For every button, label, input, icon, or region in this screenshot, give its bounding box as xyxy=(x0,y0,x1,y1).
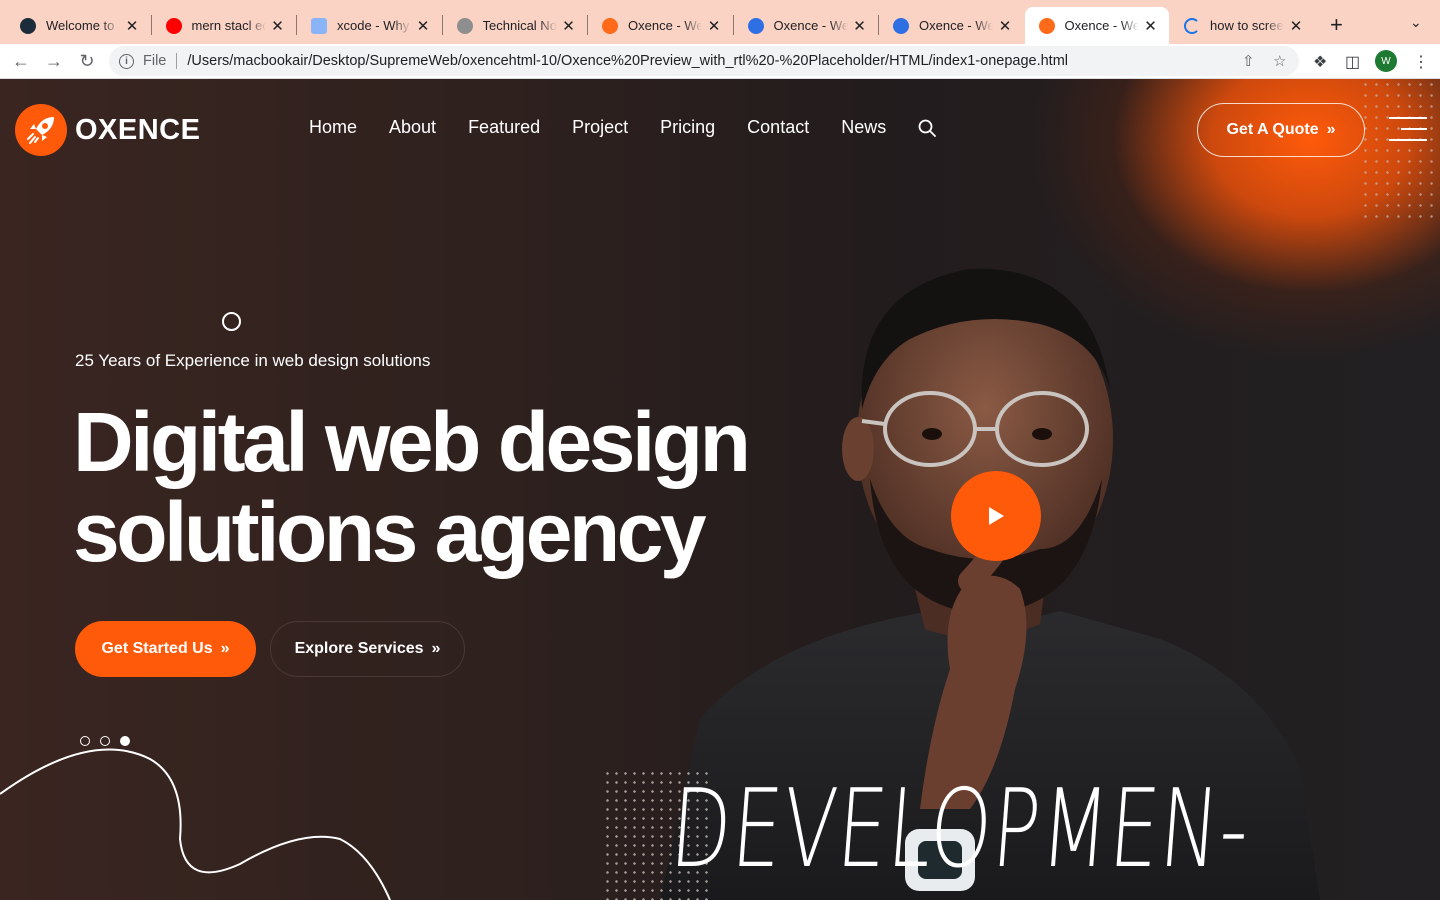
main-nav: Home About Featured Project Pricing Cont… xyxy=(309,117,937,138)
apple-icon xyxy=(456,17,473,34)
logo-text: OXENCE xyxy=(75,113,201,146)
play-icon xyxy=(989,507,1004,525)
tab-separator xyxy=(587,15,588,35)
nav-project[interactable]: Project xyxy=(572,117,628,138)
close-tab-icon[interactable]: ✕ xyxy=(124,17,140,35)
tab-title: Welcome to Su xyxy=(46,18,120,33)
browser-tab[interactable]: mern stacl eco ✕ xyxy=(152,7,296,44)
get-started-label: Get Started Us xyxy=(101,640,213,657)
back-button[interactable]: ← xyxy=(10,50,32,72)
command-icon xyxy=(311,17,327,34)
extensions-puzzle-icon[interactable]: ❖ xyxy=(1313,52,1327,72)
hero-section: DEVELOPMEN- OXENCE Home About Featured P… xyxy=(0,79,1440,900)
tab-separator xyxy=(878,15,879,35)
nav-home[interactable]: Home xyxy=(309,117,357,138)
tab-separator xyxy=(441,15,443,35)
share-icon[interactable]: ⇧ xyxy=(1242,52,1255,70)
browser-tab[interactable]: Oxence - Web ✕ xyxy=(1024,7,1169,44)
close-tab-icon[interactable]: ✕ xyxy=(1288,17,1304,35)
profile-avatar[interactable]: W xyxy=(1375,50,1397,72)
bookmark-star-icon[interactable]: ☆ xyxy=(1273,52,1286,70)
hero-headline-line-2: solutions agency xyxy=(73,485,707,579)
info-icon[interactable]: i xyxy=(119,53,134,69)
close-tab-icon[interactable]: ✕ xyxy=(706,17,722,35)
play-video-button[interactable] xyxy=(951,471,1041,561)
ring-decoration xyxy=(222,312,241,331)
browser-tab[interactable]: Oxence - Web ✕ xyxy=(879,7,1023,44)
nav-pricing[interactable]: Pricing xyxy=(660,117,715,138)
address-bar[interactable]: i File /Users/macbookair/Desktop/Supreme… xyxy=(109,46,1299,76)
explore-services-button[interactable]: Explore Services » xyxy=(270,621,465,677)
tab-title: Technical Note xyxy=(482,18,557,33)
browser-tab[interactable]: Oxence - Web ✕ xyxy=(734,7,878,44)
explore-services-label: Explore Services xyxy=(294,640,424,657)
browser-tab[interactable]: Technical Note ✕ xyxy=(443,7,587,44)
tab-separator xyxy=(732,15,734,35)
hero-headline: Digital web design solutions agency xyxy=(73,395,751,579)
url-text[interactable]: /Users/macbookair/Desktop/SupremeWeb/oxe… xyxy=(187,53,1068,69)
browser-tab[interactable]: Oxence - Web ✕ xyxy=(588,7,732,44)
react-icon xyxy=(20,17,36,34)
new-tab-button[interactable]: + xyxy=(1330,12,1343,38)
tab-title: mern stacl eco xyxy=(191,18,266,33)
curve-line-decoration xyxy=(0,748,391,900)
background-word: DEVELOPMEN- xyxy=(666,767,1255,892)
double-chevron-right-icon: » xyxy=(220,640,230,657)
get-a-quote-button[interactable]: Get A Quote » xyxy=(1197,103,1365,157)
tab-title: Oxence - Web xyxy=(1064,18,1139,33)
url-scheme-label: File xyxy=(143,53,167,69)
browser-menu-icon[interactable]: ⋮ xyxy=(1413,52,1429,72)
site-logo[interactable]: OXENCE xyxy=(15,104,200,156)
get-started-button[interactable]: Get Started Us » xyxy=(75,621,256,677)
youtube-icon xyxy=(165,17,182,34)
rocket-icon xyxy=(15,104,67,156)
hero-eyebrow: 25 Years of Experience in web design sol… xyxy=(75,351,431,370)
double-chevron-right-icon: » xyxy=(431,640,441,657)
close-tab-icon[interactable]: ✕ xyxy=(270,17,286,35)
nav-news[interactable]: News xyxy=(841,117,886,138)
nav-featured[interactable]: Featured xyxy=(468,117,540,138)
loading-icon xyxy=(1184,17,1200,34)
close-tab-icon[interactable]: ✕ xyxy=(1143,17,1159,35)
double-chevron-right-icon: » xyxy=(1326,121,1336,138)
close-tab-icon[interactable]: ✕ xyxy=(415,17,431,35)
dot-pattern-decoration xyxy=(1360,79,1440,219)
browser-tab[interactable]: xcode - Why a ✕ xyxy=(297,7,441,44)
oxence-icon xyxy=(1038,17,1055,34)
browser-tab[interactable]: how to screen ✕ xyxy=(1170,7,1314,44)
tab-title: xcode - Why a xyxy=(337,18,411,33)
tab-title: Oxence - Web xyxy=(628,18,702,33)
firefox-icon xyxy=(747,17,764,34)
browser-tab-strip: Welcome to Su✕mern stacl eco✕xcode - Why… xyxy=(0,0,1440,44)
firefox-icon xyxy=(893,17,909,34)
browser-toolbar: ← → ↻ i File /Users/macbookair/Desktop/S… xyxy=(0,44,1440,79)
search-icon[interactable] xyxy=(918,119,937,137)
nav-about[interactable]: About xyxy=(389,117,436,138)
omnibox-divider xyxy=(176,53,178,69)
hamburger-menu-icon[interactable] xyxy=(1389,117,1427,143)
close-tab-icon[interactable]: ✕ xyxy=(561,17,577,35)
side-panel-icon[interactable]: ◫ xyxy=(1345,52,1360,72)
forward-button[interactable]: → xyxy=(43,50,65,72)
tab-title: Oxence - Web xyxy=(919,18,993,33)
tab-separator xyxy=(296,15,297,35)
tab-search-chevron-icon[interactable]: ⌄ xyxy=(1410,14,1422,31)
tab-title: Oxence - Web xyxy=(773,18,848,33)
oxence-icon xyxy=(602,17,618,34)
nav-contact[interactable]: Contact xyxy=(747,117,809,138)
tab-separator xyxy=(150,15,152,35)
close-tab-icon[interactable]: ✕ xyxy=(852,17,868,35)
tab-title: how to screen xyxy=(1210,18,1284,33)
get-a-quote-label: Get A Quote xyxy=(1226,121,1319,138)
hero-headline-line-1: Digital web design xyxy=(73,395,751,489)
browser-tab[interactable]: Welcome to Su ✕ xyxy=(6,7,150,44)
reload-button[interactable]: ↻ xyxy=(76,50,98,72)
close-tab-icon[interactable]: ✕ xyxy=(997,17,1013,35)
